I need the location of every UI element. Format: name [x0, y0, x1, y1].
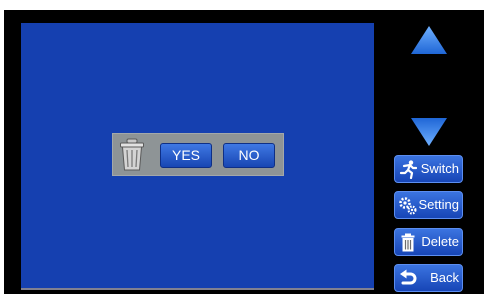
scroll-down-arrow-icon[interactable]	[410, 117, 448, 147]
setting-button[interactable]: Setting	[394, 191, 463, 219]
scroll-up-arrow-icon[interactable]	[410, 25, 448, 55]
gears-icon	[399, 197, 417, 215]
device-frame: YES NO Switch Setting Delete Back	[4, 10, 484, 294]
back-button[interactable]: Back	[394, 264, 463, 292]
delete-label: Delete	[421, 234, 459, 249]
delete-button[interactable]: Delete	[394, 228, 463, 256]
running-person-icon	[399, 160, 417, 179]
back-label: Back	[430, 270, 459, 285]
trash-can-icon	[120, 138, 144, 171]
yes-button[interactable]: YES	[160, 143, 212, 168]
back-arrow-icon	[400, 269, 417, 285]
switch-button[interactable]: Switch	[394, 155, 463, 183]
trash-icon	[401, 233, 415, 252]
delete-confirm-dialog: YES NO	[112, 133, 284, 176]
setting-label: Setting	[418, 197, 459, 212]
no-button[interactable]: NO	[223, 143, 275, 168]
switch-label: Switch	[420, 161, 459, 176]
